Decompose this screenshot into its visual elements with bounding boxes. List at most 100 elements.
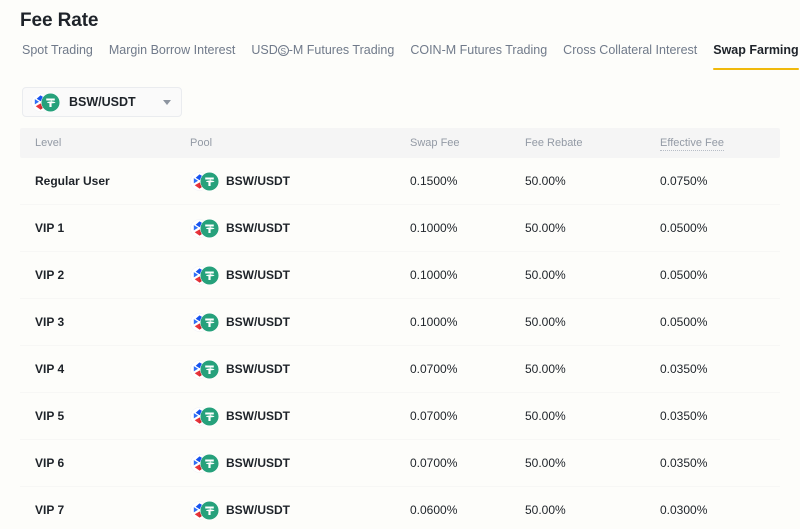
chevron-down-icon bbox=[163, 99, 171, 105]
pool-token-icons bbox=[190, 453, 222, 473]
tab-cross-collateral-interest[interactable]: Cross Collateral Interest bbox=[555, 42, 705, 72]
table-row: VIP 3 BSW/USDT 0.1000% 50.00% 0.0500% bbox=[20, 299, 780, 346]
fee-rate-page: Fee Rate Spot Trading Margin Borrow Inter… bbox=[0, 0, 800, 529]
table-row: VIP 2 BSW/USDT 0.1000% 50.00% 0.0500% bbox=[20, 252, 780, 299]
cell-eff: 0.0750% bbox=[660, 174, 708, 188]
cell-level: VIP 5 bbox=[35, 409, 65, 423]
cell-level: VIP 4 bbox=[35, 362, 65, 376]
cell-level: VIP 7 bbox=[35, 503, 65, 517]
usdt-token-icon bbox=[41, 92, 60, 112]
table-row: VIP 6 BSW/USDT 0.0700% 50.00% 0.0350% bbox=[20, 440, 780, 487]
cell-level: VIP 3 bbox=[35, 315, 65, 329]
usdt-token-icon bbox=[200, 312, 219, 332]
pool-token-icons bbox=[190, 218, 222, 238]
table-row: VIP 1 BSW/USDT 0.1000% 50.00% 0.0500% bbox=[20, 205, 780, 252]
pool-token-icons bbox=[190, 359, 222, 379]
column-header-pool: Pool bbox=[190, 136, 410, 150]
cell-swap: 0.1000% bbox=[410, 268, 458, 282]
fee-rate-tabs: Spot Trading Margin Borrow Interest USD S -M… bbox=[14, 42, 800, 72]
cell-pool: BSW/USDT bbox=[190, 500, 410, 520]
tab-spot-trading[interactable]: Spot Trading bbox=[14, 42, 101, 72]
cell-pool: BSW/USDT bbox=[190, 406, 410, 426]
tab-label: Spot Trading bbox=[22, 43, 93, 57]
cell-pool: BSW/USDT bbox=[190, 171, 410, 191]
pool-name: BSW/USDT bbox=[226, 268, 290, 282]
column-header-label: Effective Fee bbox=[660, 137, 724, 151]
tab-label: Margin Borrow Interest bbox=[108, 43, 236, 57]
cell-eff: 0.0500% bbox=[660, 221, 708, 235]
usdt-token-icon bbox=[200, 218, 219, 238]
usdt-token-icon bbox=[200, 359, 219, 379]
column-header-label: Swap Fee bbox=[410, 137, 460, 149]
tab-label: Cross Collateral Interest bbox=[563, 43, 698, 57]
cell-swap: 0.0700% bbox=[410, 409, 458, 423]
column-header-label: Pool bbox=[190, 137, 213, 149]
cell-swap: 0.1000% bbox=[410, 315, 458, 329]
cell-level: VIP 6 bbox=[35, 456, 65, 470]
cell-rebate: 50.00% bbox=[525, 456, 566, 470]
circled-s-icon: S bbox=[277, 45, 289, 56]
cell-rebate: 50.00% bbox=[525, 315, 566, 329]
column-header-label: Fee Rebate bbox=[525, 137, 583, 149]
pool-name: BSW/USDT bbox=[226, 456, 290, 470]
column-header-label: Level bbox=[35, 137, 62, 149]
pool-name: BSW/USDT bbox=[226, 362, 290, 376]
cell-rebate: 50.00% bbox=[525, 268, 566, 282]
pair-selector[interactable]: BSW/USDT bbox=[22, 87, 182, 117]
cell-eff: 0.0350% bbox=[660, 409, 708, 423]
cell-pool: BSW/USDT bbox=[190, 312, 410, 332]
usdt-token-icon bbox=[200, 453, 219, 473]
cell-pool: BSW/USDT bbox=[190, 265, 410, 285]
cell-eff: 0.0350% bbox=[660, 456, 708, 470]
cell-rebate: 50.00% bbox=[525, 362, 566, 376]
active-tab-indicator bbox=[713, 68, 799, 70]
cell-level: Regular User bbox=[35, 174, 110, 188]
cell-pool: BSW/USDT bbox=[190, 359, 410, 379]
tab-margin-borrow-interest[interactable]: Margin Borrow Interest bbox=[101, 42, 243, 72]
cell-eff: 0.0500% bbox=[660, 268, 708, 282]
pool-name: BSW/USDT bbox=[226, 409, 290, 423]
table-row: VIP 7 BSW/USDT 0.0600% 50.00% 0.0300% bbox=[20, 487, 780, 529]
pool-name: BSW/USDT bbox=[226, 315, 290, 329]
cell-level: VIP 2 bbox=[35, 268, 65, 282]
cell-pool: BSW/USDT bbox=[190, 218, 410, 238]
table-row: Regular User BSW/USDT 0.1500% 50.00% 0.0750% bbox=[20, 158, 780, 205]
cell-rebate: 50.00% bbox=[525, 221, 566, 235]
cell-eff: 0.0500% bbox=[660, 315, 708, 329]
column-header-level: Level bbox=[20, 136, 190, 150]
page-title: Fee Rate bbox=[20, 10, 99, 31]
pool-token-icons bbox=[190, 500, 222, 520]
cell-swap: 0.0600% bbox=[410, 503, 458, 517]
usdt-token-icon bbox=[200, 171, 219, 191]
tab-swap-farming[interactable]: Swap Farming bbox=[705, 42, 800, 72]
cell-swap: 0.0700% bbox=[410, 362, 458, 376]
cell-eff: 0.0350% bbox=[660, 362, 708, 376]
cell-swap: 0.0700% bbox=[410, 456, 458, 470]
tab-usd-m-futures-trading[interactable]: USD S -M Futures Trading bbox=[243, 42, 402, 72]
cell-rebate: 50.00% bbox=[525, 174, 566, 188]
fee-rate-table: Level Pool Swap Fee Fee Rebate Effective Fee… bbox=[20, 128, 780, 529]
column-header-rebate: Fee Rebate bbox=[525, 136, 660, 150]
cell-swap: 0.1000% bbox=[410, 221, 458, 235]
tab-label: Swap Farming bbox=[713, 43, 799, 57]
table-row: VIP 5 BSW/USDT 0.0700% 50.00% 0.0350% bbox=[20, 393, 780, 440]
pool-token-icons bbox=[190, 265, 222, 285]
column-header-eff[interactable]: Effective Fee bbox=[660, 136, 780, 151]
pool-name: BSW/USDT bbox=[226, 221, 290, 235]
pool-name: BSW/USDT bbox=[226, 174, 290, 188]
pool-token-icons bbox=[190, 171, 222, 191]
cell-eff: 0.0300% bbox=[660, 503, 708, 517]
cell-pool: BSW/USDT bbox=[190, 453, 410, 473]
usdt-token-icon bbox=[200, 500, 219, 520]
pair-selector-value: BSW/USDT bbox=[69, 95, 136, 109]
pool-token-icons bbox=[190, 406, 222, 426]
column-header-swap: Swap Fee bbox=[410, 136, 525, 150]
cell-level: VIP 1 bbox=[35, 221, 65, 235]
table-header-row: Level Pool Swap Fee Fee Rebate Effective Fee bbox=[20, 128, 780, 158]
cell-rebate: 50.00% bbox=[525, 503, 566, 517]
usdt-token-icon bbox=[200, 265, 219, 285]
tab-coin-m-futures-trading[interactable]: COIN-M Futures Trading bbox=[402, 42, 555, 72]
tab-label: USD S -M Futures Trading bbox=[251, 43, 395, 57]
usdt-token-icon bbox=[200, 406, 219, 426]
pool-token-icons bbox=[190, 312, 222, 332]
